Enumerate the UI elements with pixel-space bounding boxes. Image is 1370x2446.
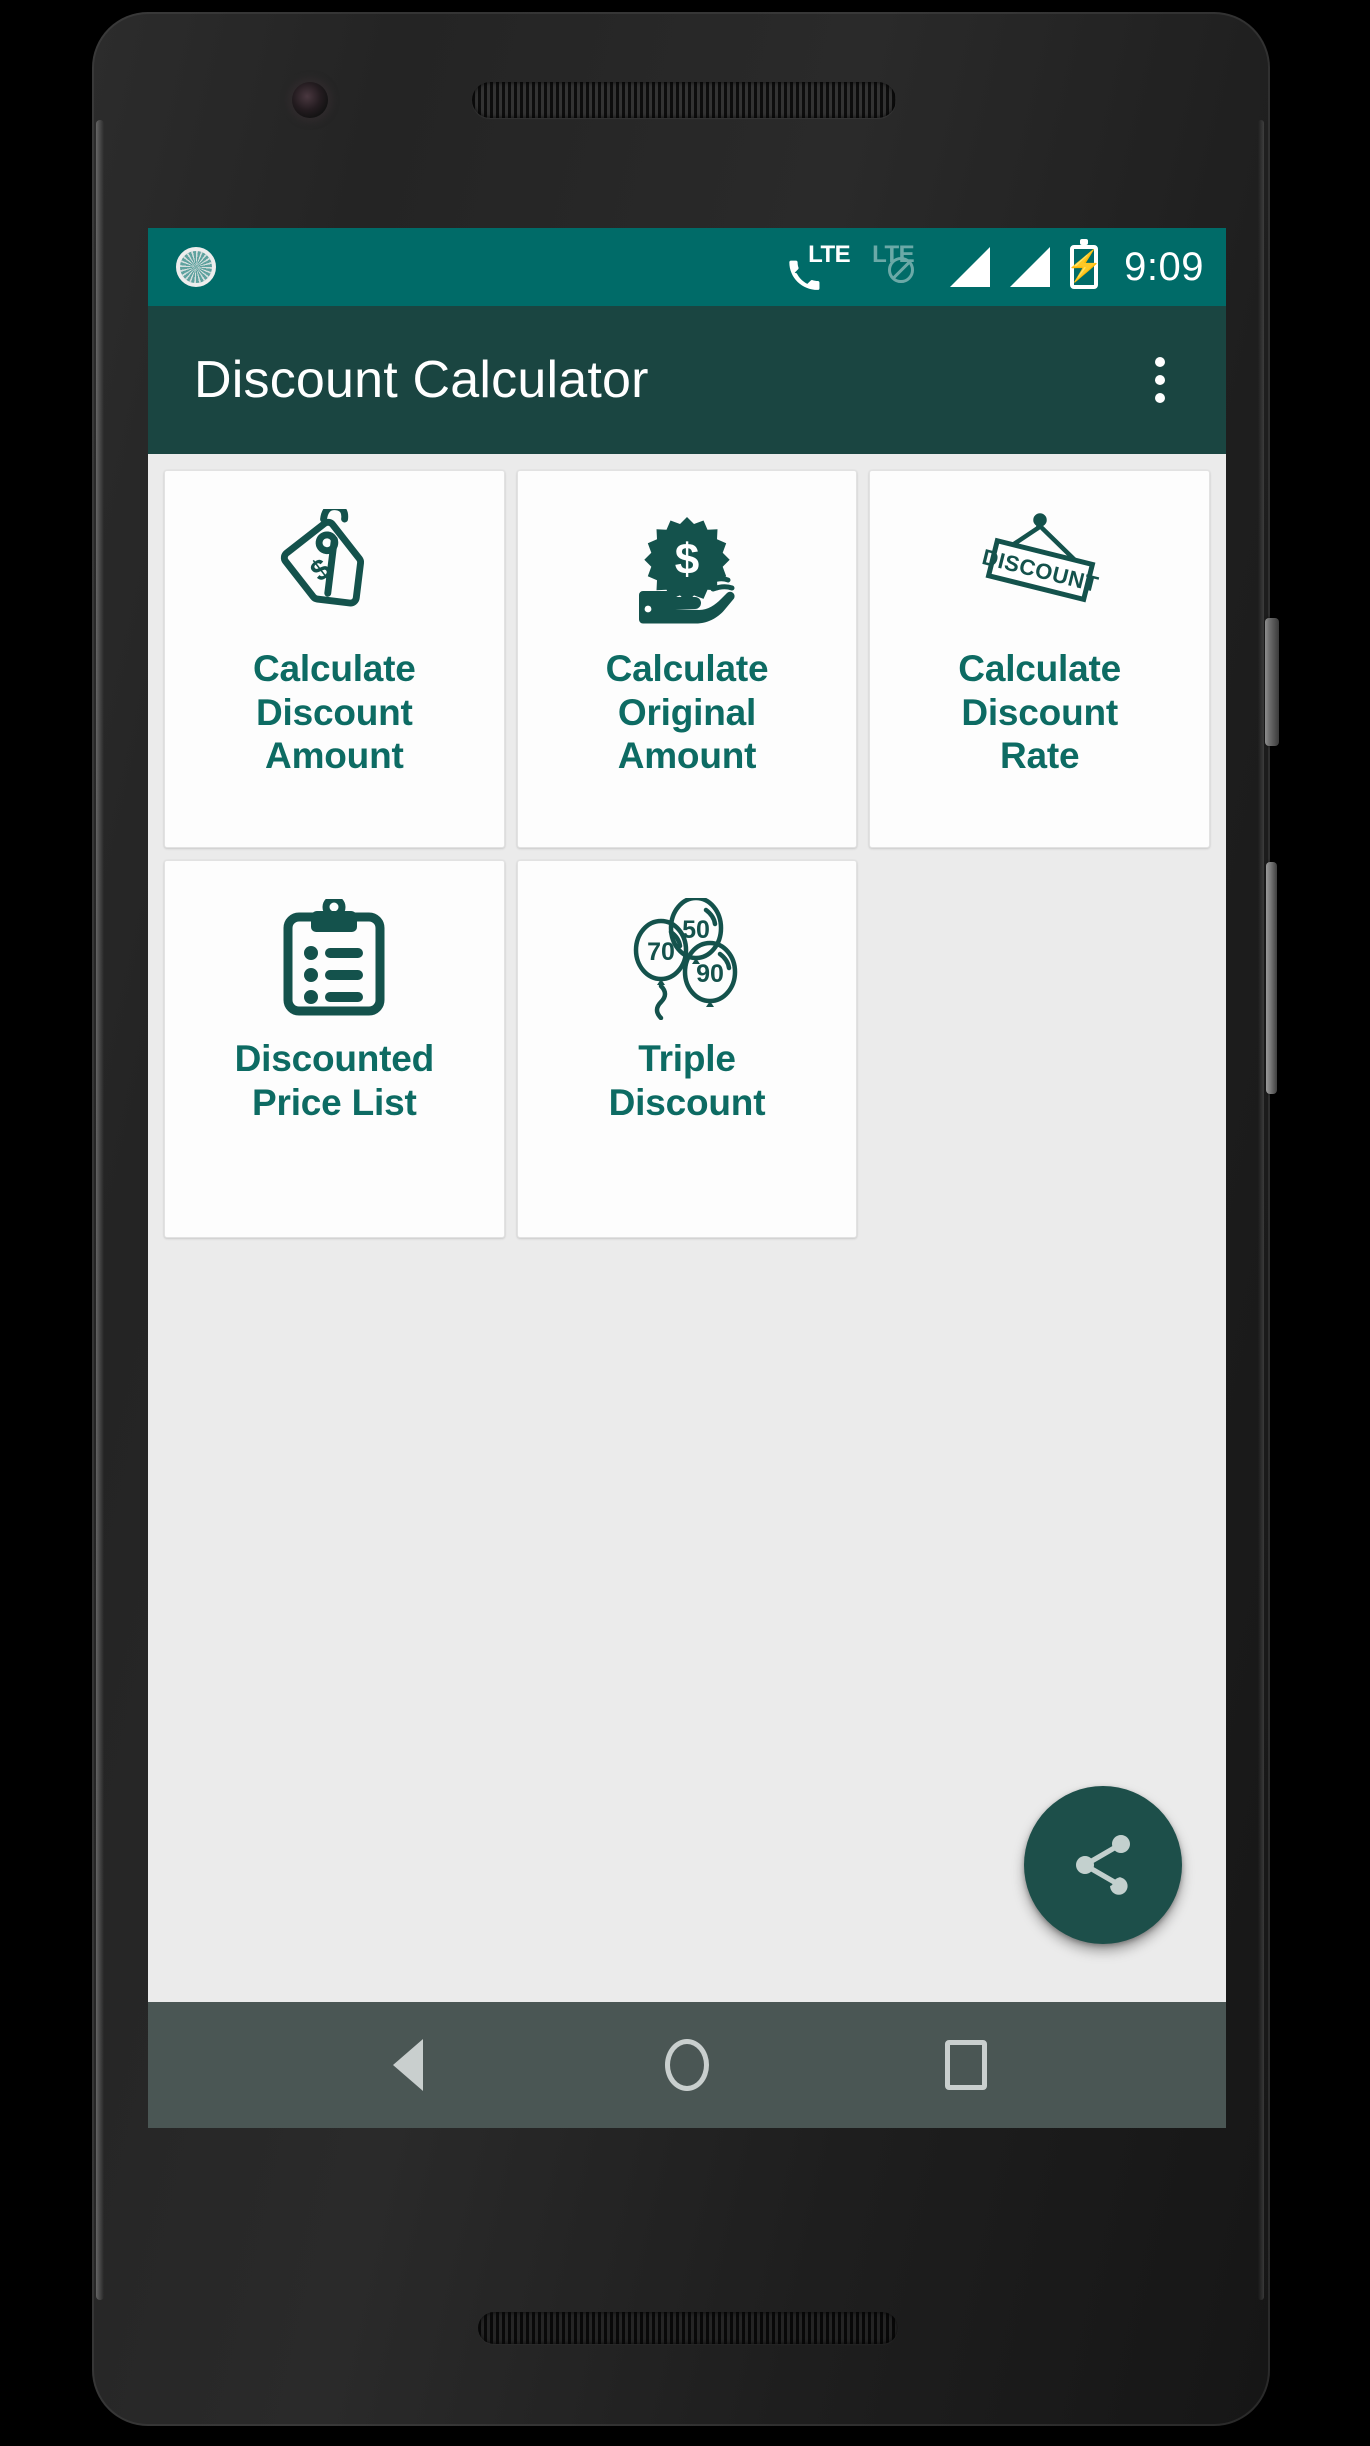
- no-service-slash-glyph: [888, 257, 915, 283]
- home-circle-icon[interactable]: [641, 2019, 733, 2111]
- balloon-value-50: 50: [682, 916, 710, 944]
- phone-right-edge: [1258, 120, 1264, 2300]
- share-icon: [1076, 1835, 1130, 1895]
- card-label: Triple Discount: [608, 1038, 766, 1123]
- hanging-discount-sign-icon: DISCOUNT: [977, 505, 1103, 633]
- card-label: Calculate Discount Rate: [958, 648, 1122, 777]
- status-bar-clock: 9:09: [1124, 244, 1204, 289]
- phone-lte-icon: LTE: [788, 241, 851, 291]
- card-calculate-discount-amount[interactable]: $ Calculate Discount Amount: [164, 470, 505, 848]
- lte-label: LTE: [808, 241, 851, 268]
- front-camera-icon: [292, 82, 328, 118]
- screenshot-root: LTE LTE ⚡ 9:09 Discount Calculator $ Cal…: [0, 0, 1370, 2446]
- overflow-dot-2: [1155, 375, 1165, 385]
- app-bar: Discount Calculator: [148, 306, 1226, 454]
- card-triple-discount[interactable]: 50 70 90 Triple Discount: [516, 860, 858, 1238]
- card-calculate-discount-rate[interactable]: DISCOUNT Calculate Discount Rate: [869, 470, 1210, 848]
- price-tag-glyph: $: [281, 509, 365, 607]
- more-vertical-icon[interactable]: [1128, 348, 1192, 412]
- status-bar-right: LTE LTE ⚡ 9:09: [788, 239, 1204, 291]
- phone-screen: LTE LTE ⚡ 9:09 Discount Calculator $ Cal…: [148, 228, 1226, 2128]
- card-label: Discounted Price List: [234, 1038, 435, 1123]
- balloon-value-90: 90: [696, 960, 724, 988]
- overflow-dot-3: [1155, 393, 1165, 403]
- back-triangle-icon[interactable]: [362, 2019, 454, 2111]
- feature-card-grid: $ Calculate Discount Amount $ Calculate …: [164, 470, 1210, 1238]
- signal-triangle-glyph: [950, 247, 991, 287]
- bottom-speaker-icon: [478, 2312, 898, 2344]
- power-button[interactable]: [1265, 618, 1279, 746]
- card-discounted-price-list[interactable]: Discounted Price List: [164, 860, 505, 1238]
- share-fab-button[interactable]: [1024, 1786, 1182, 1944]
- balloon-value-70: 70: [647, 938, 675, 966]
- signal-triangle-glyph-2: [1010, 247, 1051, 287]
- balloons-icon: 50 70 90: [624, 895, 750, 1023]
- svg-text:$: $: [675, 535, 699, 584]
- recents-square-icon[interactable]: [920, 2019, 1012, 2111]
- signal-bars-icon-2: [1010, 247, 1051, 287]
- card-label: Calculate Discount Amount: [252, 648, 416, 777]
- balloons-glyph: 50 70 90: [633, 898, 738, 1020]
- android-navigation-bar: [148, 2002, 1226, 2128]
- signal-bars-icon: [950, 247, 991, 287]
- status-bar: LTE LTE ⚡ 9:09: [148, 228, 1226, 306]
- card-label: Calculate Original Amount: [605, 648, 769, 777]
- clipboard-glyph: [283, 899, 385, 1016]
- card-calculate-original-amount[interactable]: $ Calculate Original Amount: [516, 470, 858, 848]
- main-content: $ Calculate Discount Amount $ Calculate …: [148, 454, 1226, 2002]
- battery-glyph: ⚡: [1065, 239, 1103, 289]
- overflow-dot-1: [1155, 357, 1165, 367]
- charging-bolt-glyph: ⚡: [1065, 250, 1103, 283]
- back-glyph: [392, 2039, 423, 2091]
- recents-glyph: [945, 2040, 988, 2090]
- sync-icon: [176, 247, 216, 287]
- hand-dollar-glyph: $: [638, 517, 735, 624]
- home-glyph: [664, 2039, 709, 2091]
- volume-rocker-button[interactable]: [1266, 862, 1277, 1094]
- status-bar-left: [176, 247, 216, 287]
- earpiece-speaker-icon: [472, 82, 896, 118]
- price-tag-dollar-icon: $: [275, 505, 393, 633]
- discount-sign-glyph: DISCOUNT: [979, 513, 1101, 603]
- page-title: Discount Calculator: [194, 351, 649, 409]
- phone-left-edge: [96, 120, 104, 2300]
- battery-charging-icon: ⚡: [1065, 239, 1103, 289]
- clipboard-list-icon: [278, 895, 390, 1023]
- hand-holding-dollar-badge-icon: $: [627, 505, 747, 633]
- lte-no-service-icon: LTE: [870, 241, 930, 291]
